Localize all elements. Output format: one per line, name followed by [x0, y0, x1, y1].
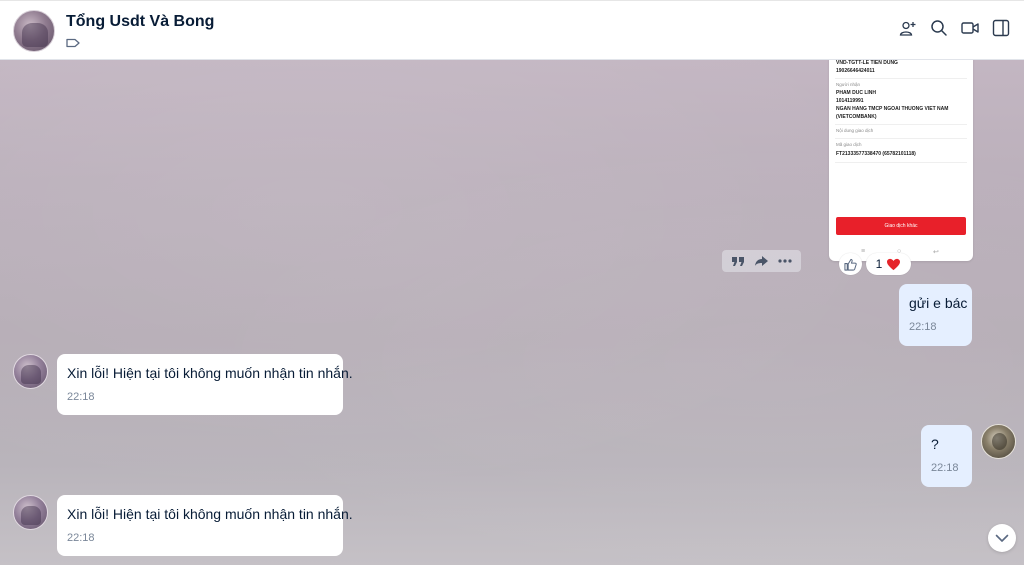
message-bubble-outgoing[interactable]: ? 22:18: [921, 425, 972, 487]
receipt-account-number: 19026646424011: [836, 68, 875, 74]
group-avatar[interactable]: [13, 10, 55, 52]
message-time: 22:18: [931, 462, 959, 474]
receipt-nav-menu-icon: ≡: [861, 248, 866, 255]
heart-icon: [887, 258, 901, 270]
message-text: ?: [931, 436, 939, 452]
receipt-nav-back-icon: ↩: [933, 249, 939, 256]
conversation-title[interactable]: Tổng Usdt Và Bong: [66, 13, 214, 31]
message-text: gửi e bác: [909, 295, 968, 311]
receipt-bank-line1: NGAN HANG TMCP NGOAI THUONG VIET NAM: [836, 106, 949, 112]
receipt-bank-line2: (VIETCOMBANK): [836, 114, 877, 120]
receipt-receiver-number: 1014119991: [836, 98, 864, 104]
message-text: Xin lỗi! Hiện tại tôi không muốn nhận ti…: [67, 365, 353, 381]
message-action-bar: [722, 250, 801, 272]
message-bubble-incoming[interactable]: Xin lỗi! Hiện tại tôi không muốn nhận ti…: [57, 354, 353, 415]
message-time: 22:18: [67, 532, 95, 544]
sender-avatar[interactable]: [13, 495, 48, 530]
forward-icon[interactable]: [753, 253, 769, 269]
tag-icon[interactable]: [66, 38, 80, 48]
message-time: 22:18: [909, 321, 937, 333]
more-icon[interactable]: [777, 253, 793, 269]
message-text: Xin lỗi! Hiện tại tôi không muốn nhận ti…: [67, 506, 353, 522]
sidebar-toggle-icon[interactable]: [992, 19, 1010, 37]
reaction-count: 1: [875, 257, 883, 271]
sender-avatar[interactable]: [13, 354, 48, 389]
receipt-divider: [835, 78, 967, 79]
chevron-down-icon: [995, 534, 1009, 542]
receipt-code-value: FT21333577338470 (65782101118): [836, 151, 916, 157]
message-bubble-incoming[interactable]: Xin lỗi! Hiện tại tôi không muốn nhận ti…: [57, 495, 353, 556]
message-time: 22:18: [67, 391, 95, 403]
receipt-account-line: VND-TGTT-LE TIEN DUNG: [836, 60, 898, 66]
receipt-divider: [835, 124, 967, 125]
receipt-receiver-name: PHAM DUC LINH: [836, 90, 876, 96]
chat-area[interactable]: VND-TGTT-LE TIEN DUNG 19026646424011 Ngư…: [0, 60, 1024, 565]
scroll-to-bottom-button[interactable]: [988, 524, 1016, 552]
add-member-icon[interactable]: [899, 19, 917, 37]
chat-header: Tổng Usdt Và Bong: [0, 0, 1024, 60]
header-actions: [899, 19, 1010, 37]
thumbs-up-icon[interactable]: [839, 253, 862, 275]
receipt-receiver-label: Người nhận: [836, 82, 860, 87]
my-avatar[interactable]: [981, 424, 1016, 459]
reaction-summary[interactable]: 1: [866, 253, 911, 275]
receipt-divider: [835, 138, 967, 139]
message-bubble-outgoing[interactable]: gửi e bác 22:18: [899, 284, 972, 346]
receipt-image[interactable]: VND-TGTT-LE TIEN DUNG 19026646424011 Ngư…: [829, 60, 973, 261]
receipt-divider: [835, 162, 967, 163]
receipt-code-label: Mã giao dịch: [836, 142, 862, 147]
quote-icon[interactable]: [730, 253, 746, 269]
receipt-content-label: Nội dung giao dịch: [836, 128, 874, 133]
search-icon[interactable]: [930, 19, 948, 37]
receipt-other-transaction-button: Giao dịch khác: [836, 217, 966, 235]
video-call-icon[interactable]: [961, 19, 979, 37]
